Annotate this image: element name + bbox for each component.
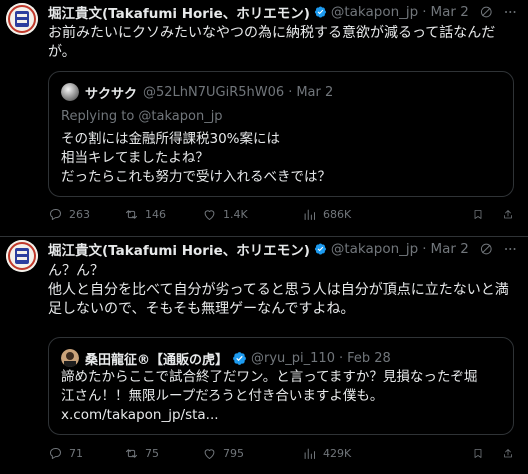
quote-time: Feb 28 (347, 350, 391, 366)
grok-icon[interactable] (479, 3, 494, 21)
reply-button[interactable]: 263 (48, 207, 124, 222)
post-text: お前みたいにクソみたいなやつの為に納税する意欲が減るって話なんだ が。 (48, 24, 514, 62)
quote-text-line: その割には金融所得課税30%案には (61, 131, 281, 147)
avatar[interactable] (6, 3, 38, 35)
views-button[interactable]: 686K (302, 207, 392, 222)
bookmark-button[interactable] (472, 207, 490, 222)
quote-text-line: 相当キレてましたよね？ (61, 150, 209, 166)
quote-text-line: 諦めたからここで試合終了だワン。と言ってますか？見損なったぞ堀 (61, 369, 478, 385)
reply-icon (50, 447, 61, 459)
repost-button[interactable]: 75 (124, 446, 202, 461)
repost-button[interactable]: 146 (124, 207, 202, 222)
quote-text-line: 江さん！！無限ループだろうと付き合いますよ僕も。 (61, 388, 384, 404)
post-text-line: 足しないので、そもそも無理ゲーなんですよね。 (48, 301, 355, 317)
quote-author-name[interactable]: 桑田龍征®︎【通販の虎】 (85, 349, 228, 368)
like-count: 795 (223, 446, 244, 460)
quote-link[interactable]: x.com/takapon_jp/sta... (61, 406, 503, 425)
post-time[interactable]: Mar 2 (431, 4, 469, 20)
author-name[interactable]: 堀江貴文(Takafumi Horie、ホリエモン) (48, 2, 310, 22)
like-button[interactable]: 795 (202, 446, 302, 461)
avatar[interactable] (6, 240, 38, 272)
bookmark-icon (474, 448, 482, 458)
view-count: 686K (323, 207, 352, 221)
share-icon (504, 209, 512, 218)
verified-badge-icon (314, 6, 326, 18)
quoted-post[interactable]: サクサク @52LhN7UGiR5hW06 · Mar 2 Replying t… (48, 71, 514, 197)
repost-icon (126, 209, 137, 219)
like-count: 1.4K (223, 207, 248, 221)
post-text-line: お前みたいにクソみたいなやつの為に納税する意欲が減るって話なんだ (48, 25, 496, 41)
separator-dot: · (288, 84, 293, 100)
grok-icon[interactable] (479, 240, 494, 258)
quote-avatar[interactable] (61, 349, 79, 367)
separator-dot: · (422, 241, 427, 257)
post[interactable]: 堀江貴文(Takafumi Horie、ホリエモン) @takapon_jp ·… (0, 237, 528, 474)
quote-time: Mar 2 (296, 84, 334, 100)
views-chart-icon (304, 209, 315, 220)
verified-badge-icon (314, 243, 326, 255)
repost-icon (126, 448, 137, 458)
quote-avatar[interactable] (61, 83, 79, 101)
reply-count: 263 (69, 207, 90, 221)
share-button[interactable] (502, 446, 520, 461)
post-time[interactable]: Mar 2 (431, 241, 469, 257)
more-options-icon[interactable] (503, 3, 518, 21)
repost-count: 75 (145, 446, 159, 460)
reply-button[interactable]: 71 (48, 446, 124, 461)
verified-badge-icon (233, 351, 246, 365)
author-handle[interactable]: @takapon_jp (331, 241, 418, 257)
post-text-line: ん？ん？ (48, 263, 104, 279)
more-options-icon[interactable] (503, 240, 518, 258)
replying-to: Replying to @takapon_jp (61, 109, 223, 124)
author-handle[interactable]: @takapon_jp (331, 4, 418, 20)
bookmark-button[interactable] (472, 446, 490, 461)
heart-icon (204, 209, 215, 220)
action-bar: 263 146 1.4K 686K (48, 204, 520, 224)
views-chart-icon (304, 448, 315, 459)
quote-text: 諦めたからここで試合終了だワン。と言ってますか？見損なったぞ堀 江さん！！無限ル… (61, 368, 503, 425)
repost-count: 146 (145, 207, 166, 221)
author-name[interactable]: 堀江貴文(Takafumi Horie、ホリエモン) (48, 239, 310, 259)
quoted-post[interactable]: 桑田龍征®︎【通販の虎】 @ryu_pi_110 · Feb 28 諦めたからこ… (48, 337, 514, 435)
share-button[interactable] (502, 207, 520, 222)
heart-icon (204, 448, 215, 459)
quote-author-name[interactable]: サクサク (85, 83, 137, 102)
reply-icon (50, 208, 61, 220)
post[interactable]: 堀江貴文(Takafumi Horie、ホリエモン) @takapon_jp ·… (0, 0, 528, 236)
views-button[interactable]: 429K (302, 446, 392, 461)
separator-dot: · (338, 350, 344, 366)
action-bar: 71 75 795 429K (48, 443, 520, 463)
share-icon (504, 448, 512, 457)
quote-text-line: だったらこれも努力で受け入れるべきでは？ (61, 169, 331, 185)
post-text-line: 他人と自分を比べて自分が劣ってると思う人は自分が頂点に立たないと満 (48, 282, 509, 298)
view-count: 429K (323, 446, 352, 460)
post-text: ん？ん？ 他人と自分を比べて自分が劣ってると思う人は自分が頂点に立たないと満 足… (48, 262, 514, 319)
quote-author-handle[interactable]: @ryu_pi_110 (251, 351, 335, 366)
quote-text: その割には金融所得課税30%案には 相当キレてましたよね？ だったらこれも努力で… (61, 130, 503, 187)
reply-count: 71 (69, 446, 83, 460)
like-button[interactable]: 1.4K (202, 207, 302, 222)
bookmark-icon (474, 209, 482, 219)
quote-author-handle[interactable]: @52LhN7UGiR5hW06 (143, 85, 284, 100)
separator-dot: · (422, 4, 427, 20)
post-text-line: が。 (48, 44, 76, 60)
